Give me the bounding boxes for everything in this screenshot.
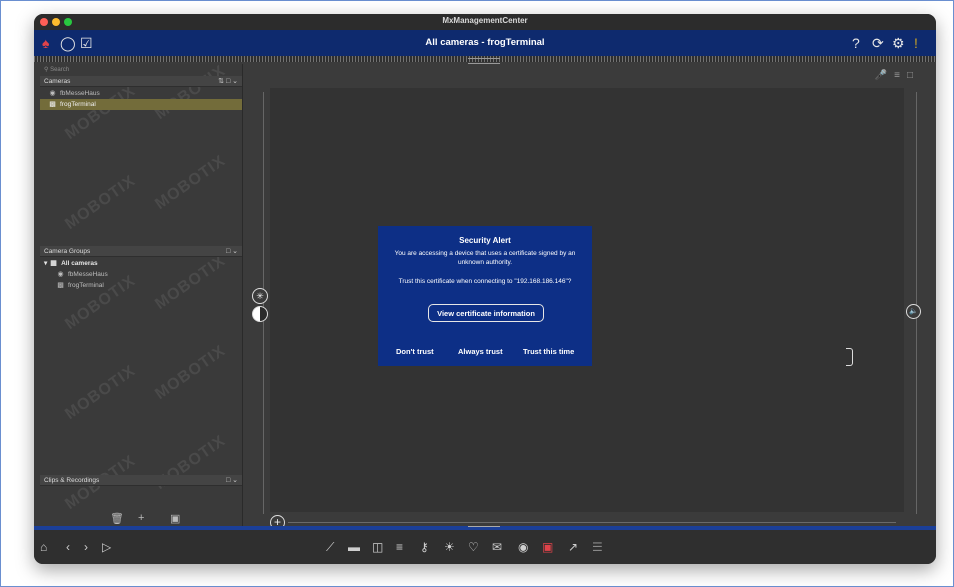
sidebar: MOBOTIX MOBOTIX MOBOTIX MOBOTIX MOBOTIX … [40, 64, 243, 526]
mail-icon[interactable]: ✉ [492, 540, 502, 554]
share-icon[interactable]: ↗ [568, 540, 578, 554]
thermo-icon[interactable]: ⚷ [420, 540, 429, 554]
camera-lock-icon: ▩ [49, 101, 56, 108]
brightness-icon[interactable]: ✳ [252, 288, 268, 304]
bell-icon[interactable]: ♡ [468, 540, 479, 554]
mobotix-watermark: MOBOTIX MOBOTIX MOBOTIX MOBOTIX MOBOTIX … [62, 64, 229, 513]
clips-header-label: Clips & Recordings [44, 477, 100, 484]
sort-filter-icons[interactable]: ⇅ □ ⌄ [218, 76, 238, 87]
back-icon[interactable]: ‹ [66, 540, 70, 554]
always-trust-button[interactable]: Always trust [458, 347, 503, 356]
app-window: MxManagementCenter ♠ ◯ ☑ All cameras - f… [34, 14, 936, 564]
grid-icon: ▦ [50, 260, 57, 267]
camera-view-area: 🎤≡□ ✳ 🔈 + Security Alert You are accessi… [252, 64, 936, 530]
expand-triangle-icon: ▾ [44, 260, 48, 267]
group-all-cameras[interactable]: ▾ ▦ All cameras [40, 258, 242, 269]
camera-lock-icon: ▩ [57, 282, 64, 289]
bracket-icon [846, 348, 853, 366]
camera-icon: ◉ [49, 90, 56, 97]
clips-options-icons[interactable]: □ ⌄ [226, 475, 238, 486]
forward-icon[interactable]: › [84, 540, 88, 554]
dont-trust-button[interactable]: Don't trust [396, 347, 434, 356]
add-icon[interactable]: + [138, 512, 144, 524]
video-record-icon[interactable]: ▣ [542, 540, 553, 554]
security-alert-dialog: Security Alert You are accessing a devic… [378, 226, 592, 366]
dialog-trust-prompt: Trust this certificate when connecting t… [398, 278, 572, 285]
mic-icon[interactable]: ≡ [396, 540, 403, 554]
bottom-toolbar: ⌂ ‹ › ▷ ⟋ ▬ ◫ ≡ ⚷ ☀ ♡ ✉ ◉ ▣ ↗ ☰ [34, 530, 936, 564]
timeline-line [288, 522, 896, 523]
help-icon[interactable]: ? [852, 34, 860, 52]
settings-icon[interactable]: ⚙ [892, 34, 905, 52]
bar-icon[interactable]: ▬ [348, 540, 360, 554]
alert-icon[interactable]: ! [914, 34, 918, 52]
list-icon[interactable]: ☰ [592, 540, 603, 554]
camera-icon: ◉ [57, 271, 64, 278]
groups-header-label: Camera Groups [44, 248, 91, 255]
right-lane [916, 92, 917, 514]
clips-section-header[interactable]: Clips & Recordings □ ⌄ [40, 475, 242, 486]
contrast-icon[interactable] [252, 306, 268, 322]
view-tool-icons[interactable]: 🎤≡□ [875, 70, 920, 81]
groups-options-icons[interactable]: □ ⌄ [226, 246, 238, 257]
view-certificate-button[interactable]: View certificate information [428, 304, 544, 322]
dialog-message: You are accessing a device that uses a c… [394, 250, 576, 266]
camera-groups-header[interactable]: Camera Groups □ ⌄ [40, 246, 242, 257]
group-camera-item[interactable]: ◉ fbMesseHaus [40, 269, 242, 280]
speaker-icon[interactable]: 🔈 [906, 304, 921, 319]
play-icon[interactable]: ▷ [102, 540, 111, 554]
group-camera-item[interactable]: ▩ frogTerminal [40, 280, 242, 291]
sidebar-tools: 🗑 + ▣ [40, 512, 242, 526]
window-title: MxManagementCenter [442, 16, 528, 25]
cameras-header-label: Cameras [44, 78, 71, 85]
dialog-title: Security Alert [459, 236, 511, 245]
trust-this-time-button[interactable]: Trust this time [523, 347, 574, 356]
home-icon[interactable]: ⌂ [40, 540, 47, 554]
cameras-section-header[interactable]: Cameras ⇅ □ ⌄ [40, 76, 242, 87]
brightness-contrast-control[interactable]: ✳ [252, 288, 268, 322]
refresh-icon[interactable]: ⟳ [872, 34, 884, 52]
wand-icon[interactable]: ⟋ [326, 540, 334, 555]
search-field[interactable]: ⚲ Search [40, 66, 242, 75]
camera-snapshot-icon[interactable]: ◉ [518, 540, 528, 554]
search-icon: ⚲ [44, 67, 49, 73]
search-placeholder: Search [50, 67, 70, 73]
door-icon[interactable]: ◫ [372, 540, 383, 554]
app-header: ♠ ◯ ☑ All cameras - frogTerminal ? ⟳ ⚙ ! [34, 30, 936, 56]
light-icon[interactable]: ☀ [444, 540, 455, 554]
new-folder-icon[interactable]: ▣ [170, 512, 180, 525]
view-title: All cameras - frogTerminal [425, 37, 545, 48]
window-titlebar: MxManagementCenter [34, 14, 936, 30]
trash-icon[interactable]: 🗑 [110, 512, 124, 525]
camera-item-selected[interactable]: ▩ frogTerminal [40, 99, 242, 110]
camera-item[interactable]: ◉ fbMesseHaus [40, 88, 242, 99]
